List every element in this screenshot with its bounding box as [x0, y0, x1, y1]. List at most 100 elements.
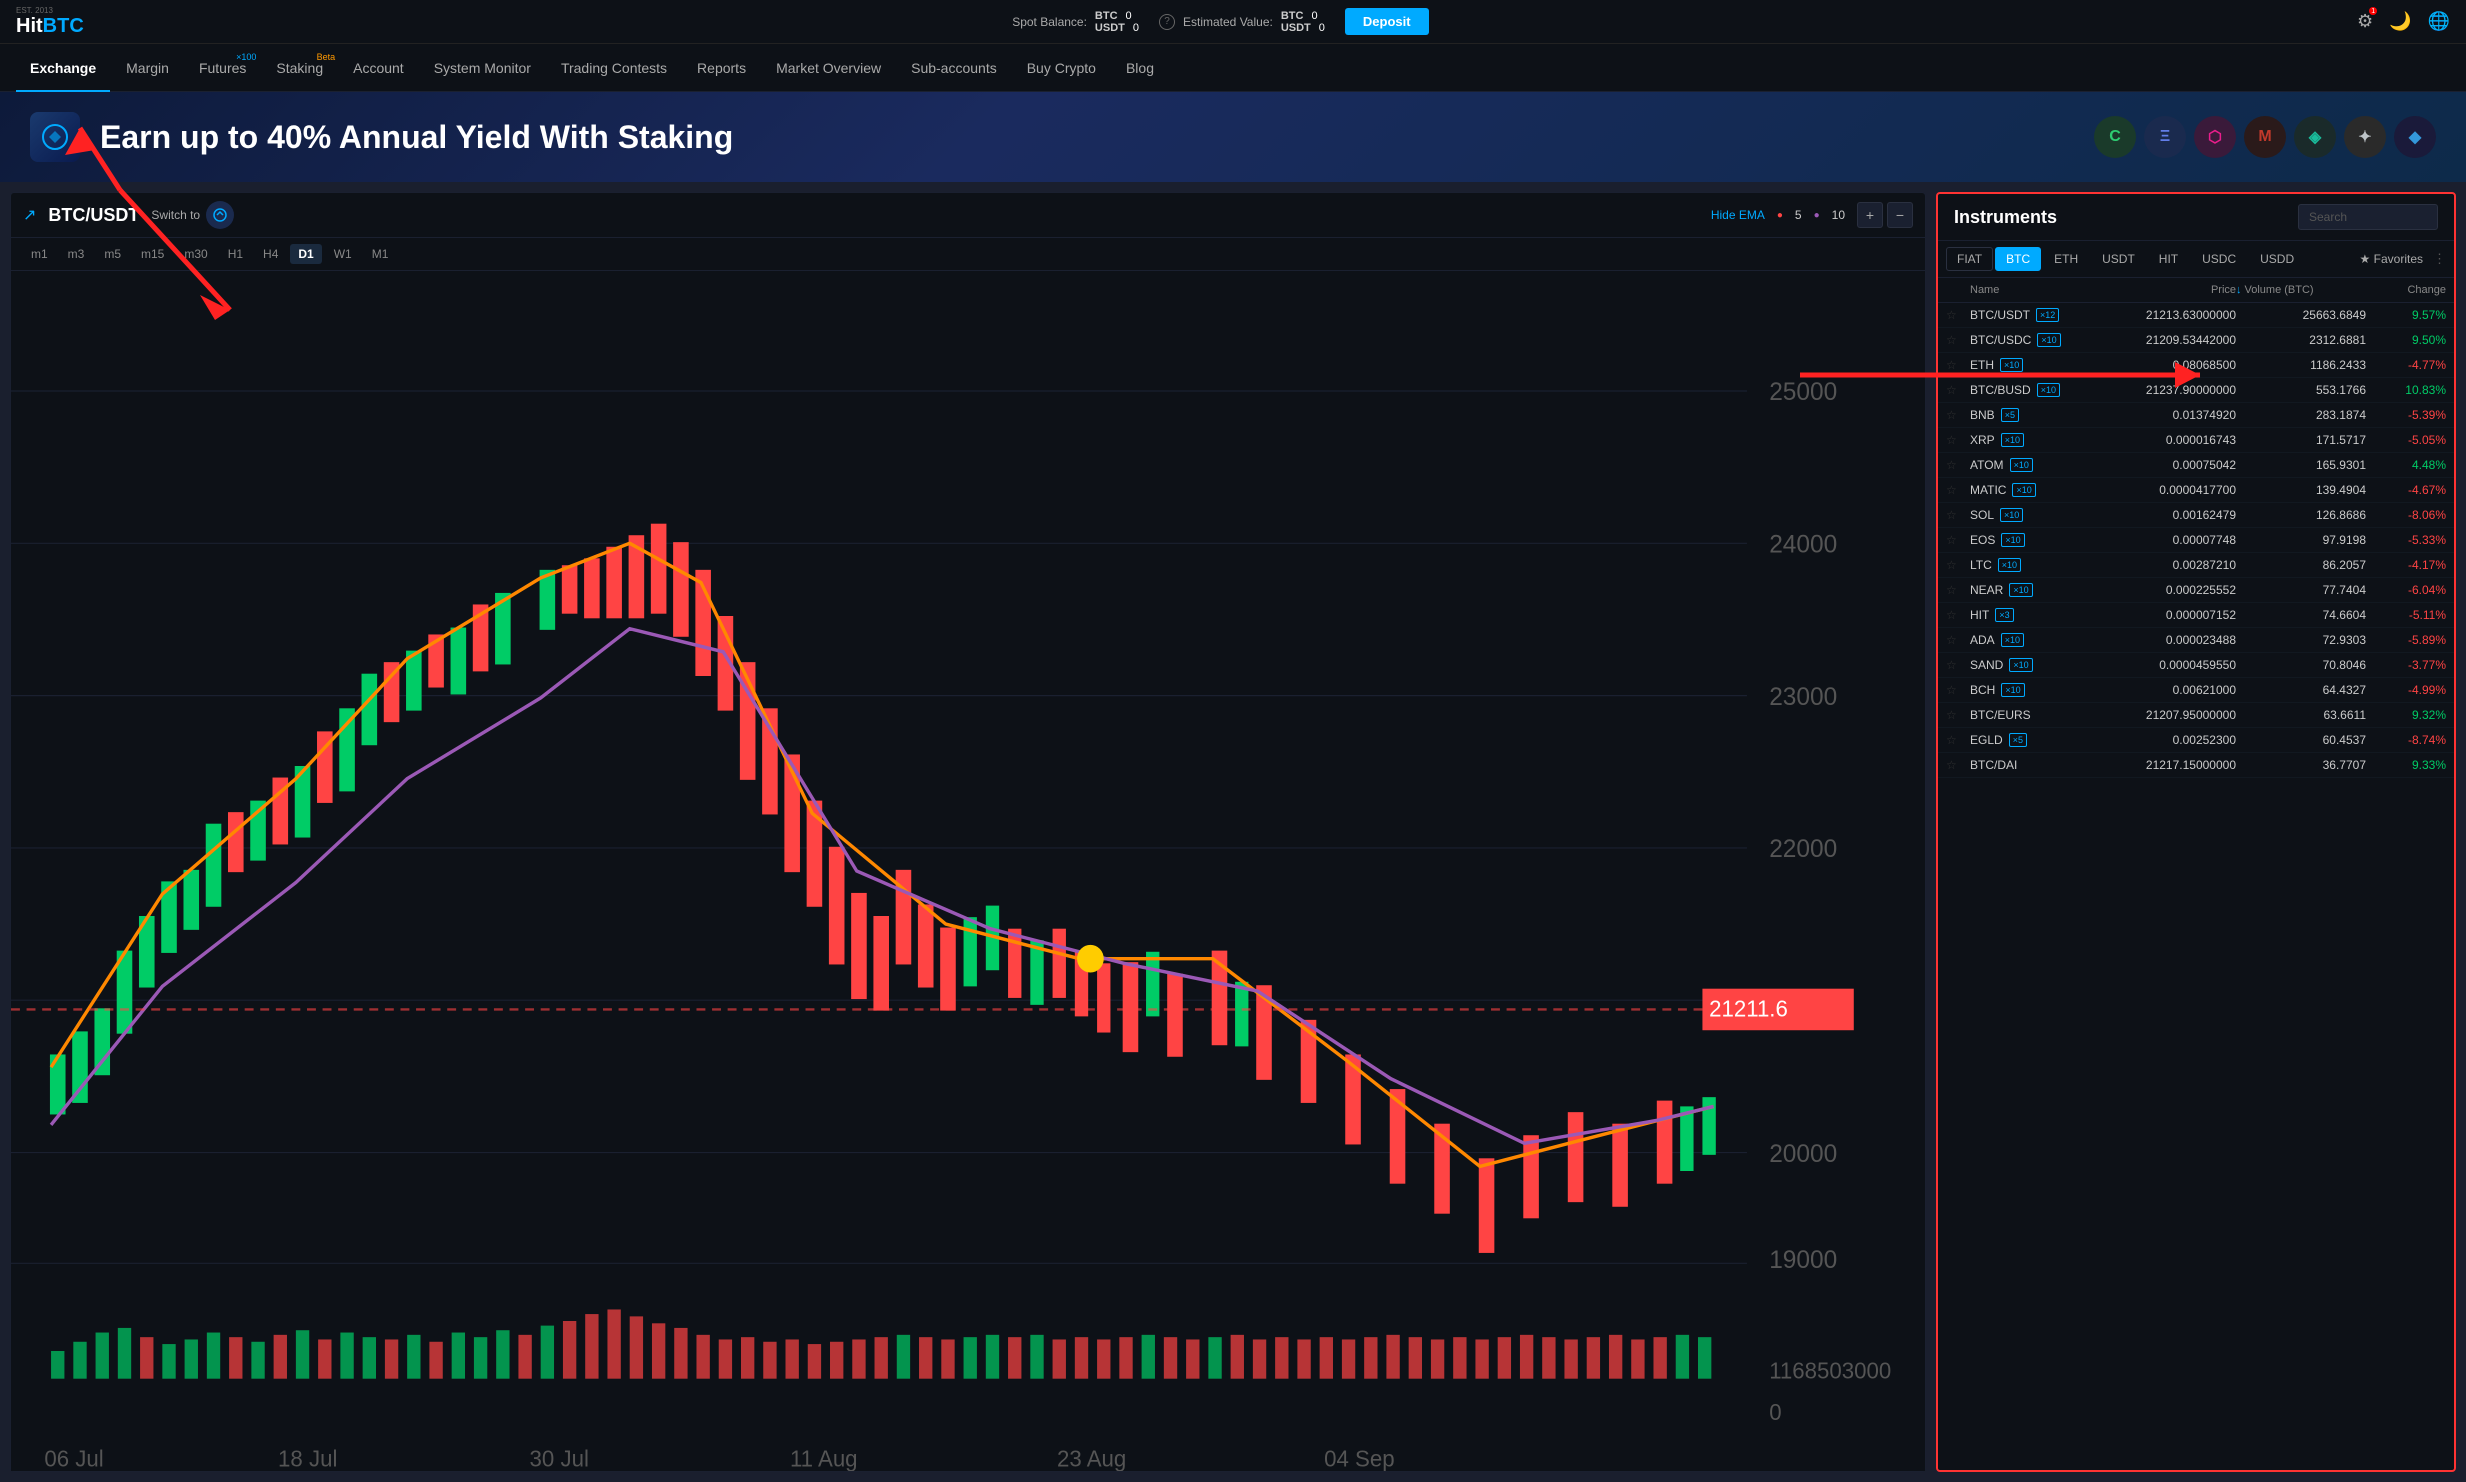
star-btceurs[interactable]: ☆ — [1946, 708, 1970, 722]
table-row[interactable]: ☆ ETH ×10 0.08068500 1186.2433 -4.77% — [1938, 353, 2454, 378]
table-row[interactable]: ☆ XRP ×10 0.000016743 171.5717 -5.05% — [1938, 428, 2454, 453]
tf-m30[interactable]: m30 — [176, 244, 215, 264]
col-change[interactable]: Change — [2366, 284, 2446, 296]
sidebar-item-sub-accounts[interactable]: Sub-accounts — [897, 44, 1011, 92]
table-row[interactable]: ☆ BTC/DAI 21217.15000000 36.7707 9.33% — [1938, 753, 2454, 778]
table-row[interactable]: ☆ EGLD ×5 0.00252300 60.4537 -8.74% — [1938, 728, 2454, 753]
table-row[interactable]: ☆ SOL ×10 0.00162479 126.8686 -8.06% — [1938, 503, 2454, 528]
change-btcbusd: 10.83% — [2366, 383, 2446, 397]
tab-usdd[interactable]: USDD — [2249, 247, 2305, 271]
theme-toggle-button[interactable]: 🌙 — [2389, 11, 2411, 32]
banner[interactable]: Earn up to 40% Annual Yield With Staking… — [0, 92, 2466, 182]
sidebar-item-exchange[interactable]: Exchange — [16, 44, 110, 92]
price-xrp: 0.000016743 — [2106, 433, 2236, 447]
svg-text:18 Jul: 18 Jul — [278, 1445, 337, 1471]
table-row[interactable]: ☆ BTC/EURS 21207.95000000 63.6611 9.32% — [1938, 703, 2454, 728]
star-matic[interactable]: ☆ — [1946, 483, 1970, 497]
sidebar-item-market-overview[interactable]: Market Overview — [762, 44, 895, 92]
table-row[interactable]: ☆ SAND ×10 0.0000459550 70.8046 -3.77% — [1938, 653, 2454, 678]
table-row[interactable]: ☆ BTC/BUSD ×10 21237.90000000 553.1766 1… — [1938, 378, 2454, 403]
star-eos[interactable]: ☆ — [1946, 533, 1970, 547]
sidebar-item-buy-crypto[interactable]: Buy Crypto — [1013, 44, 1110, 92]
star-bnb[interactable]: ☆ — [1946, 408, 1970, 422]
star-hit[interactable]: ☆ — [1946, 608, 1970, 622]
search-input[interactable] — [2298, 204, 2438, 230]
tf-h4[interactable]: H4 — [255, 244, 286, 264]
tf-d1[interactable]: D1 — [290, 244, 321, 264]
zoom-in-button[interactable]: + — [1857, 202, 1883, 228]
tab-fiat[interactable]: FIAT — [1946, 247, 1993, 271]
sidebar-item-blog[interactable]: Blog — [1112, 44, 1168, 92]
star-btcbusd[interactable]: ☆ — [1946, 383, 1970, 397]
tab-usdc[interactable]: USDC — [2191, 247, 2247, 271]
top-bar-left: EST. 2013 HitBTC — [16, 6, 84, 38]
instruments-table: ☆ BTC/USDT ×12 21213.63000000 25663.6849… — [1938, 303, 2454, 1470]
star-egld[interactable]: ☆ — [1946, 733, 1970, 747]
tab-hit[interactable]: HIT — [2148, 247, 2189, 271]
chart-area[interactable]: 25000 24000 23000 22000 21000 20000 1900… — [11, 271, 1925, 1471]
instruments-menu[interactable]: ⋮ — [2433, 251, 2446, 267]
hide-ema-button[interactable]: Hide EMA — [1711, 208, 1765, 222]
table-row[interactable]: ☆ BTC/USDT ×12 21213.63000000 25663.6849… — [1938, 303, 2454, 328]
tab-btc[interactable]: BTC — [1995, 247, 2041, 271]
settings-button[interactable]: ⚙ 1 — [2357, 11, 2373, 32]
name-bnb: BNB ×5 — [1970, 408, 2106, 422]
sidebar-item-margin[interactable]: Margin — [112, 44, 183, 92]
tf-m15[interactable]: m15 — [133, 244, 172, 264]
table-row[interactable]: ☆ BTC/USDC ×10 21209.53442000 2312.6881 … — [1938, 328, 2454, 353]
nav-label-account: Account — [353, 60, 404, 76]
volume-btcdai: 36.7707 — [2236, 758, 2366, 772]
col-price[interactable]: Price — [2106, 284, 2236, 296]
tf-m3[interactable]: m3 — [60, 244, 93, 264]
star-btcdai[interactable]: ☆ — [1946, 758, 1970, 772]
table-row[interactable]: ☆ MATIC ×10 0.0000417700 139.4904 -4.67% — [1938, 478, 2454, 503]
tf-m1[interactable]: m1 — [23, 244, 56, 264]
sidebar-item-futures[interactable]: Futures ×100 — [185, 44, 260, 92]
star-xrp[interactable]: ☆ — [1946, 433, 1970, 447]
table-row[interactable]: ☆ BNB ×5 0.01374920 283.1874 -5.39% — [1938, 403, 2454, 428]
name-atom: ATOM ×10 — [1970, 458, 2106, 472]
star-ada[interactable]: ☆ — [1946, 633, 1970, 647]
sidebar-item-system-monitor[interactable]: System Monitor — [420, 44, 545, 92]
star-ltc[interactable]: ☆ — [1946, 558, 1970, 572]
table-row[interactable]: ☆ HIT ×3 0.000007152 74.6604 -5.11% — [1938, 603, 2454, 628]
star-atom[interactable]: ☆ — [1946, 458, 1970, 472]
svg-text:20000: 20000 — [1769, 1139, 1837, 1168]
table-row[interactable]: ☆ BCH ×10 0.00621000 64.4327 -4.99% — [1938, 678, 2454, 703]
star-sol[interactable]: ☆ — [1946, 508, 1970, 522]
svg-text:1168503000: 1168503000 — [1769, 1357, 1891, 1383]
col-name[interactable]: Name — [1970, 284, 2106, 296]
tab-usdt[interactable]: USDT — [2091, 247, 2146, 271]
sidebar-item-trading-contests[interactable]: Trading Contests — [547, 44, 681, 92]
sidebar-item-reports[interactable]: Reports — [683, 44, 760, 92]
zoom-out-button[interactable]: − — [1887, 202, 1913, 228]
tf-m1-month[interactable]: M1 — [364, 244, 397, 264]
star-btcusdt[interactable]: ☆ — [1946, 308, 1970, 322]
tab-eth[interactable]: ETH — [2043, 247, 2089, 271]
table-row[interactable]: ☆ EOS ×10 0.00007748 97.9198 -5.33% — [1938, 528, 2454, 553]
star-near[interactable]: ☆ — [1946, 583, 1970, 597]
language-button[interactable]: 🌐 — [2428, 11, 2450, 32]
sidebar-item-account[interactable]: Account — [339, 44, 418, 92]
star-btcusdc[interactable]: ☆ — [1946, 333, 1970, 347]
table-row[interactable]: ☆ NEAR ×10 0.000225552 77.7404 -6.04% — [1938, 578, 2454, 603]
tf-w1[interactable]: W1 — [326, 244, 360, 264]
table-row[interactable]: ☆ ATOM ×10 0.00075042 165.9301 4.48% — [1938, 453, 2454, 478]
star-bch[interactable]: ☆ — [1946, 683, 1970, 697]
tf-m5[interactable]: m5 — [96, 244, 129, 264]
star-eth[interactable]: ☆ — [1946, 358, 1970, 372]
tf-h1[interactable]: H1 — [220, 244, 251, 264]
help-icon[interactable]: ? — [1159, 14, 1175, 30]
star-sand[interactable]: ☆ — [1946, 658, 1970, 672]
logo[interactable]: EST. 2013 HitBTC — [16, 6, 84, 38]
change-egld: -8.74% — [2366, 733, 2446, 747]
switch-to[interactable]: Switch to — [151, 201, 234, 229]
name-eos: EOS ×10 — [1970, 533, 2106, 547]
sidebar-item-staking[interactable]: Staking Beta — [262, 44, 337, 92]
deposit-button[interactable]: Deposit — [1345, 8, 1429, 35]
tab-favorites[interactable]: ★ Favorites — [2360, 252, 2423, 266]
table-row[interactable]: ☆ LTC ×10 0.00287210 86.2057 -4.17% — [1938, 553, 2454, 578]
svg-text:23000: 23000 — [1769, 682, 1837, 711]
table-row[interactable]: ☆ ADA ×10 0.000023488 72.9303 -5.89% — [1938, 628, 2454, 653]
col-volume[interactable]: ↓ Volume (BTC) — [2236, 284, 2366, 296]
